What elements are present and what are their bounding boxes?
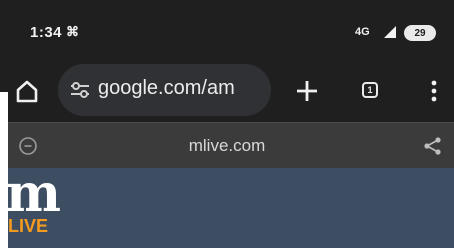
battery-indicator: 29 bbox=[404, 25, 436, 41]
new-tab-button[interactable] bbox=[292, 76, 322, 106]
site-domain: mlive.com bbox=[188, 136, 266, 155]
tune-icon[interactable] bbox=[70, 81, 90, 99]
page-header: m LIVE bbox=[0, 168, 454, 248]
tab-switcher-button[interactable]: 1 bbox=[356, 76, 386, 106]
notification-icon: ⌘ bbox=[66, 24, 79, 39]
browser-toolbar: google.com/am 1 bbox=[0, 60, 454, 122]
signal-icon bbox=[384, 26, 396, 38]
home-button[interactable] bbox=[12, 76, 42, 106]
status-time: 1:34 bbox=[30, 24, 63, 41]
address-bar[interactable]: google.com/am bbox=[58, 64, 271, 116]
logo-letter: m bbox=[6, 163, 62, 224]
mlive-logo[interactable]: m LIVE bbox=[6, 168, 66, 244]
phone-screen: 1:34 ⌘ 4G 29 google.com/am 1 mlive.com m… bbox=[0, 0, 454, 248]
url-text[interactable]: google.com/am bbox=[98, 77, 235, 100]
network-type: 4G bbox=[355, 26, 370, 38]
share-icon[interactable] bbox=[422, 135, 444, 157]
plus-icon bbox=[297, 81, 317, 101]
logo-sub: LIVE bbox=[8, 216, 49, 236]
tab-switcher-icon: 1 bbox=[362, 82, 378, 98]
more-vert-icon bbox=[431, 80, 437, 102]
edge-strip bbox=[0, 92, 8, 248]
status-bar: 1:34 ⌘ 4G 29 bbox=[0, 0, 454, 60]
more-menu-button[interactable] bbox=[422, 76, 446, 106]
home-icon bbox=[16, 80, 38, 103]
custom-tab-bar: mlive.com bbox=[0, 122, 454, 169]
